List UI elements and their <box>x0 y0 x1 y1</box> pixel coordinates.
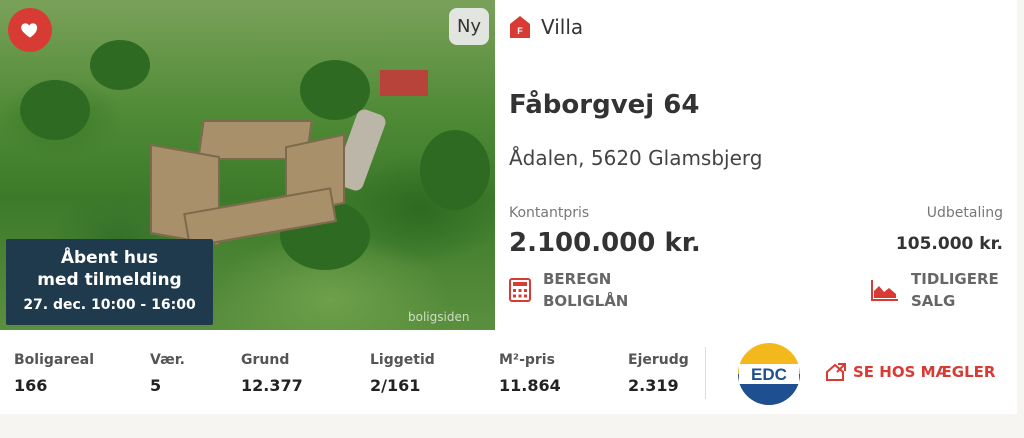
see-at-realtor-label: SE HOS MÆGLER <box>853 363 996 381</box>
stat-value: 11.864 <box>499 376 561 395</box>
price-label: Kontantpris <box>509 205 590 221</box>
stat-value: 5 <box>150 376 162 395</box>
open-house-title: Åbent hus <box>60 248 159 268</box>
stat-liggetid: Liggetid 2/161 <box>370 352 435 395</box>
stat-boligareal: Boligareal 166 <box>14 352 94 395</box>
property-type-label: Villa <box>541 15 584 39</box>
new-badge: Ny <box>449 8 489 45</box>
city-address: Ådalen, 5620 Glamsbjerg <box>509 146 763 170</box>
stat-value: 2.319 <box>628 376 679 395</box>
down-payment-value: 105.000 kr. <box>895 234 1003 254</box>
house-type-letter: F <box>517 26 523 36</box>
tree <box>20 80 90 140</box>
stat-rooms: Vær. 5 <box>150 352 185 395</box>
stat-grund: Grund 12.377 <box>241 352 303 395</box>
previous-sales-link[interactable]: TIDLIGERE SALG <box>871 268 999 312</box>
tree <box>90 40 150 90</box>
heart-icon <box>21 23 38 38</box>
property-type: F Villa <box>509 15 583 39</box>
favorite-button[interactable] <box>8 8 52 52</box>
stat-label: Liggetid <box>370 352 435 368</box>
stats-divider <box>705 347 706 399</box>
history-link-line1: TIDLIGERE <box>911 270 999 288</box>
open-house-time: 27. dec. 10:00 - 16:00 <box>23 297 196 313</box>
stat-value: 166 <box>14 376 48 395</box>
area-chart-icon <box>871 280 898 301</box>
edc-realtor-logo[interactable]: EDC <box>737 342 801 406</box>
calc-link-line2: BOLIGLÅN <box>543 292 629 310</box>
price-value: 2.100.000 kr. <box>509 228 701 258</box>
edc-logo-text: EDC <box>751 365 787 384</box>
listing-card[interactable]: boligsiden Ny Åbent hus med tilmelding 2… <box>0 0 1017 414</box>
stat-label: M²-pris <box>499 352 555 368</box>
open-house-banner[interactable]: Åbent hus med tilmelding 27. dec. 10:00 … <box>6 239 213 325</box>
see-at-realtor-button[interactable]: SE HOS MÆGLER <box>825 362 995 382</box>
street-address[interactable]: Fåborgvej 64 <box>509 90 699 120</box>
calc-link-line1: BEREGN <box>543 270 612 288</box>
stat-value: 12.377 <box>241 376 303 395</box>
stat-label: Ejerudg <box>628 352 689 368</box>
tree <box>420 130 490 210</box>
down-payment-label: Udbetaling <box>926 205 1003 221</box>
stat-label: Grund <box>241 352 290 368</box>
house-type-icon: F <box>510 16 530 38</box>
stat-label: Boligareal <box>14 352 95 368</box>
calculator-icon <box>509 278 531 302</box>
stat-label: Vær. <box>150 352 185 368</box>
stat-ejerudgift: Ejerudg 2.319 <box>628 352 689 395</box>
open-house-subtitle: med tilmelding <box>37 270 182 290</box>
external-house-icon <box>826 363 846 381</box>
stat-m2-price: M²-pris 11.864 <box>499 352 561 395</box>
stat-value: 2/161 <box>370 376 421 395</box>
history-link-line2: SALG <box>911 292 956 310</box>
neighbor-house <box>380 70 428 96</box>
photo-watermark: boligsiden <box>408 310 470 324</box>
calculate-loan-link[interactable]: BEREGN BOLIGLÅN <box>509 268 628 312</box>
